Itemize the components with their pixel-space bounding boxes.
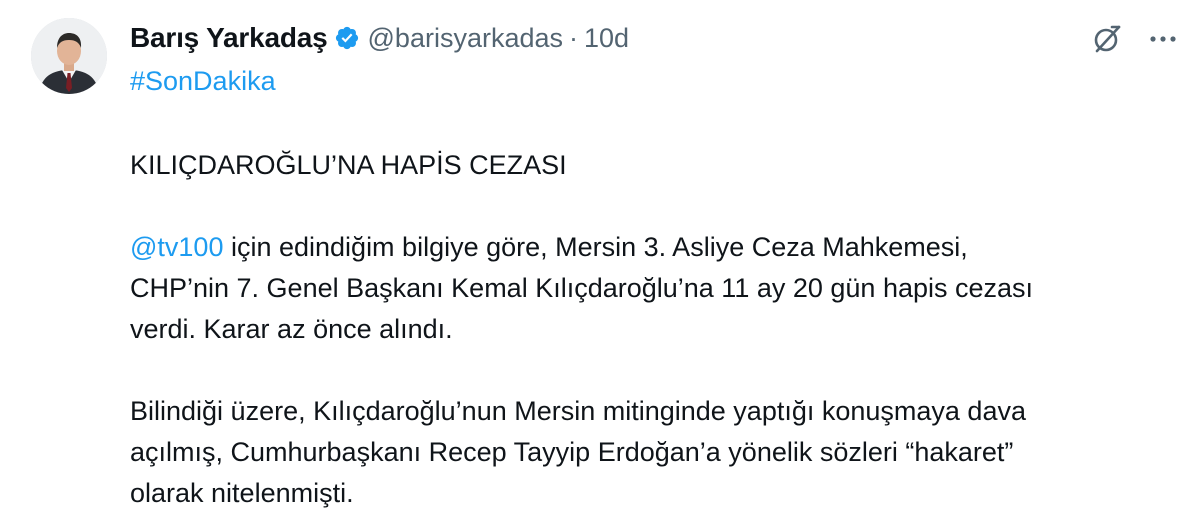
context-paragraph: Bilindiği üzere, Kılıçdaroğlu’nun Mersin… — [130, 391, 1170, 514]
context-line-1: Bilindiği üzere, Kılıçdaroğlu’nun Mersin… — [130, 396, 1026, 426]
news-line-1-text: için edindiğim bilgiye göre, Mersin 3. A… — [223, 232, 968, 262]
context-line-2: açılmış, Cumhurbaşkanı Recep Tayyip Erdo… — [130, 437, 1014, 467]
avatar[interactable] — [31, 18, 107, 94]
avatar-portrait-icon — [31, 18, 107, 94]
news-paragraph: @tv100 için edindiğim bilgiye göre, Mers… — [130, 227, 1170, 350]
verified-badge-icon[interactable] — [334, 25, 360, 51]
header-separator: · — [569, 22, 579, 53]
news-line-3: verdi. Karar az önce alındı. — [130, 314, 453, 344]
hashtag-link[interactable]: #SonDakika — [130, 66, 276, 97]
author-handle[interactable]: @barisyarkadas — [368, 23, 564, 54]
tweet[interactable]: Barış Yarkadaş @barisyarkadas · 10d #Son… — [0, 0, 1200, 512]
tweet-header: Barış Yarkadaş @barisyarkadas · 10d — [130, 20, 629, 56]
grok-icon[interactable] — [1090, 22, 1124, 56]
mention-link[interactable]: @tv100 — [130, 232, 223, 262]
headline-paragraph: KILIÇDAROĞLU’NA HAPİS CEZASI — [130, 145, 1170, 186]
more-icon[interactable] — [1146, 22, 1180, 56]
news-line-2: CHP’nin 7. Genel Başkanı Kemal Kılıçdaro… — [130, 273, 1034, 303]
headline: KILIÇDAROĞLU’NA HAPİS CEZASI — [130, 150, 567, 180]
news-line-1: @tv100 için edindiğim bilgiye göre, Mers… — [130, 227, 1170, 268]
context-line-3: olarak nitelenmişti. — [130, 478, 354, 508]
display-name[interactable]: Barış Yarkadaş — [130, 22, 328, 54]
tweet-text: KILIÇDAROĞLU’NA HAPİS CEZASI @tv100 için… — [130, 145, 1170, 514]
tweet-actions — [1090, 22, 1180, 56]
timestamp[interactable]: 10d — [584, 23, 629, 54]
